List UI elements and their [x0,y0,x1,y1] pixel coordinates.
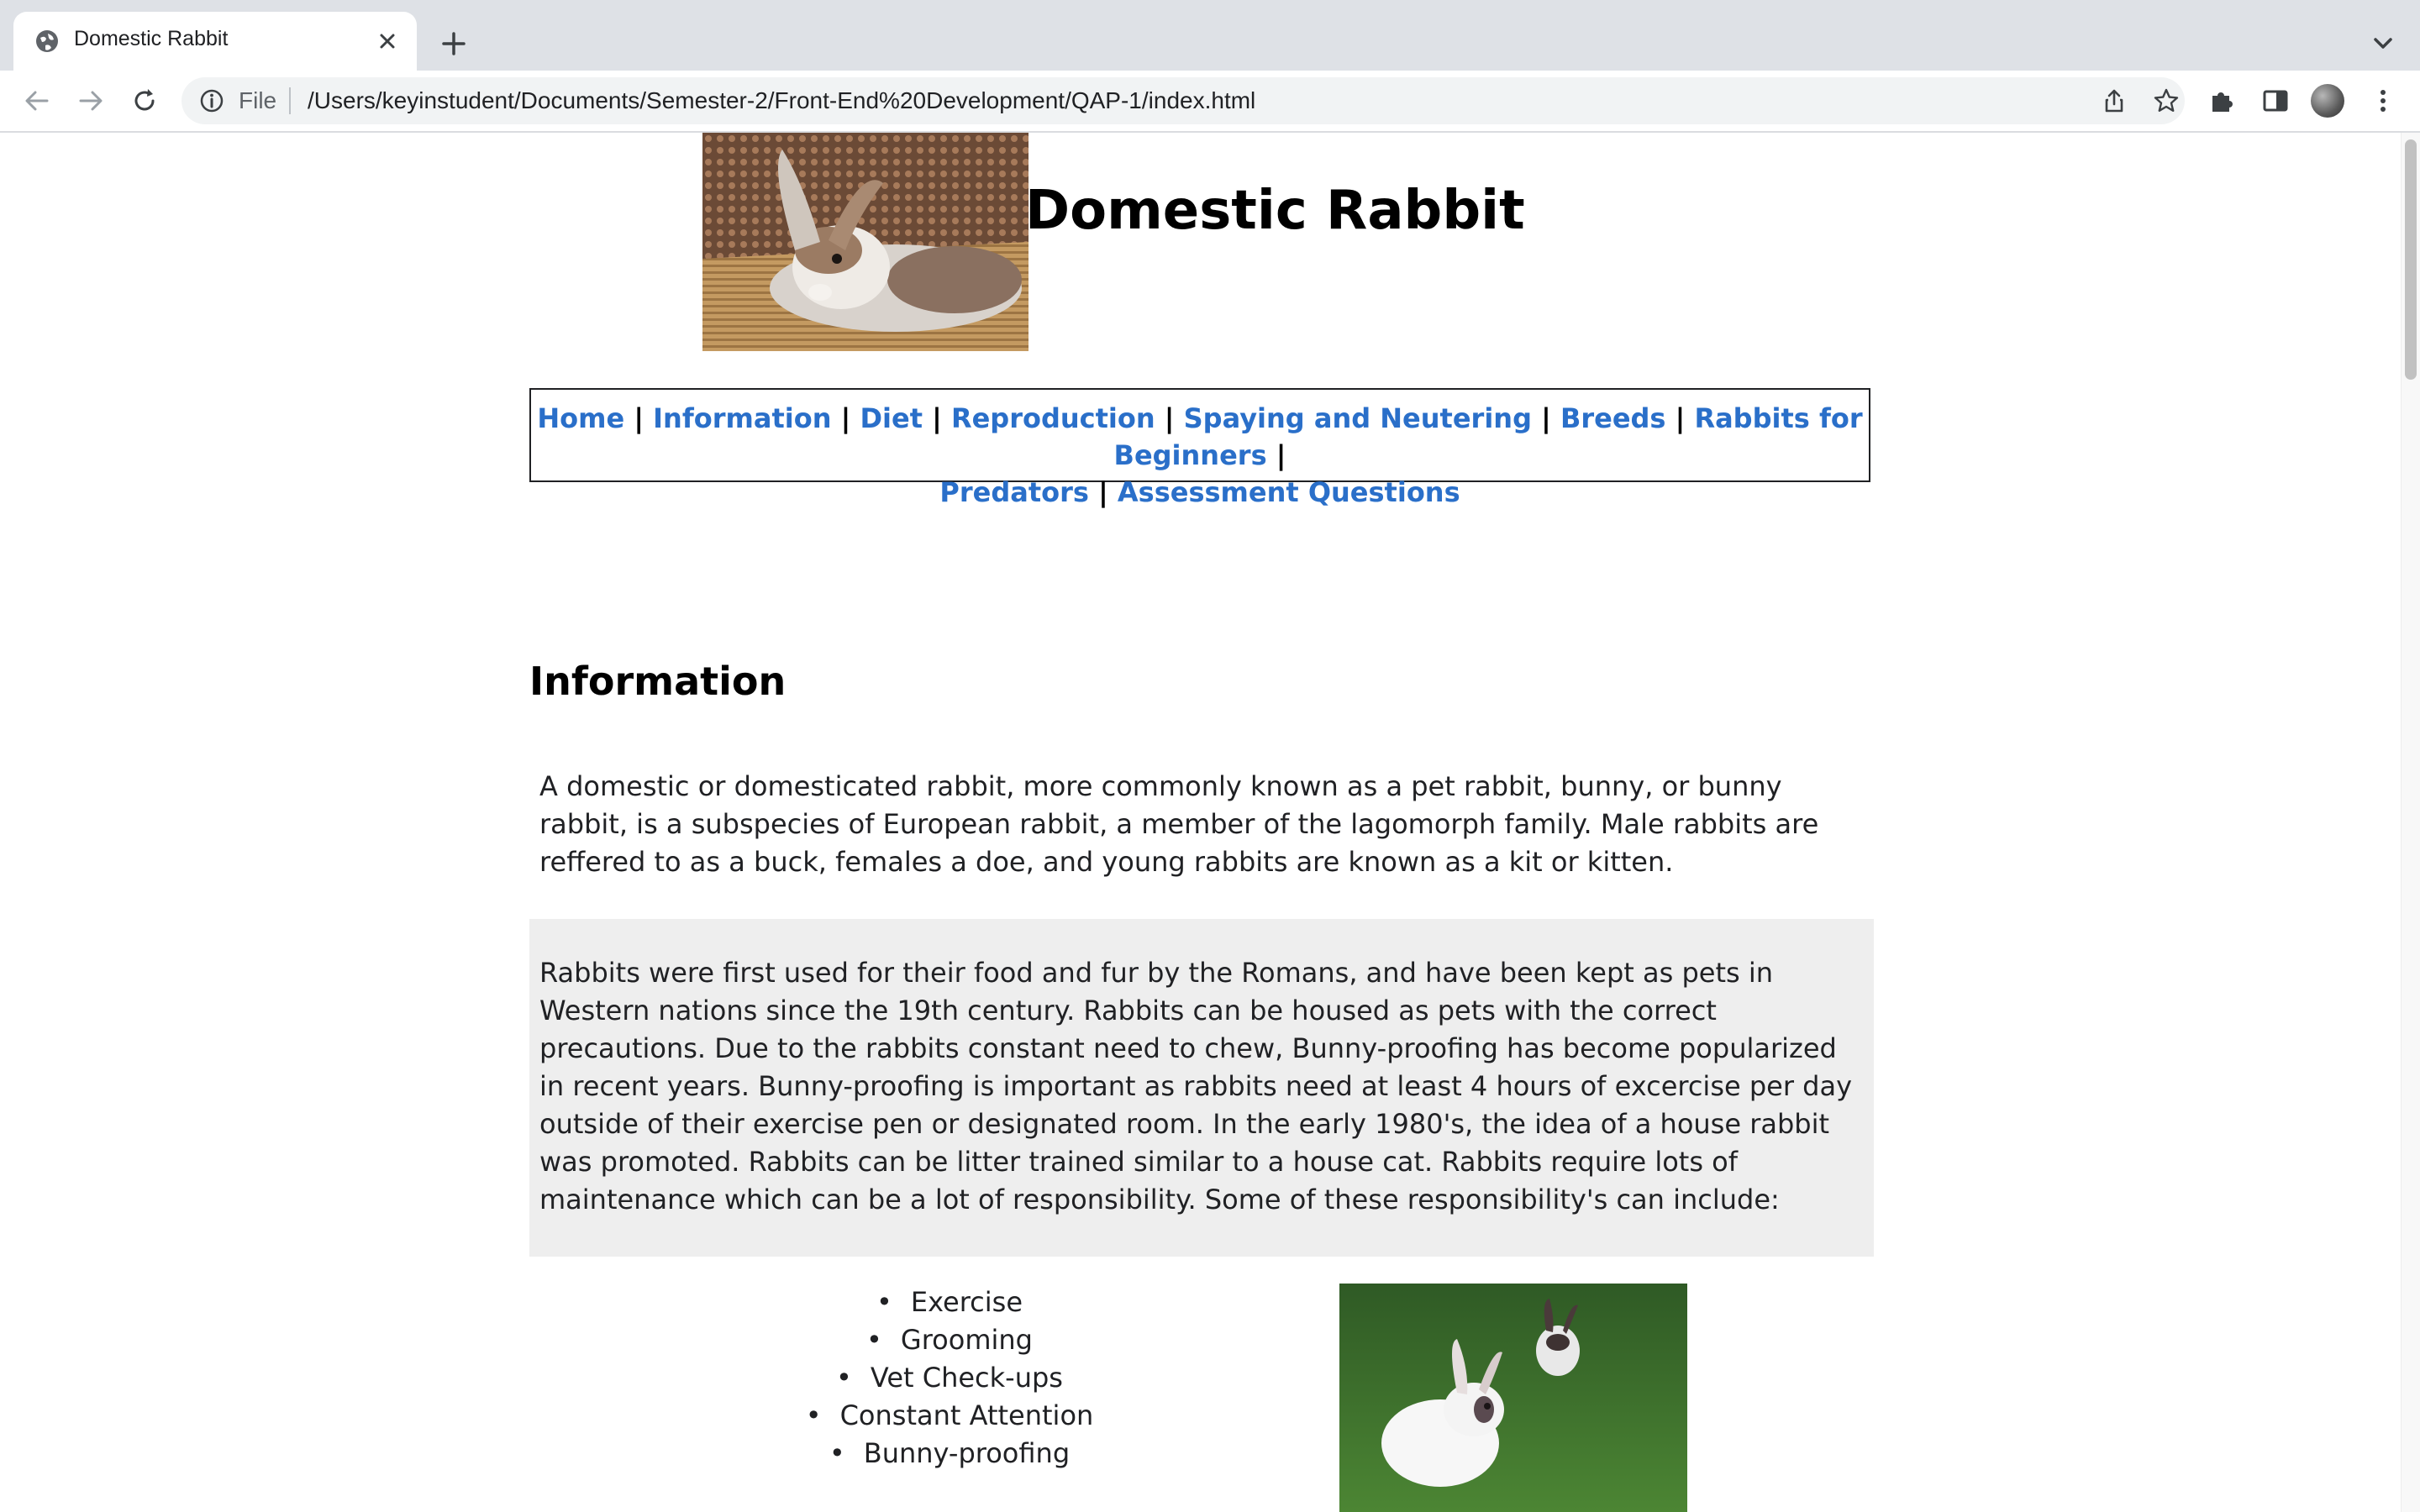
forward-arrow-icon[interactable] [76,86,106,116]
nav-link-diet[interactable]: Diet [860,402,923,434]
extensions-puzzle-icon[interactable] [2207,86,2237,116]
side-panel-icon[interactable] [2260,86,2291,116]
rabbits-grass-photo-icon [1339,1284,1687,1512]
tab-title: Domestic Rabbit [74,27,229,50]
nav-separator: | [1098,476,1108,508]
nav-separator: | [840,402,851,434]
back-arrow-icon[interactable] [22,86,52,116]
list-item: Constant Attention [529,1397,1370,1435]
rabbits-on-grass-image [1339,1284,1687,1512]
list-item: Exercise [529,1284,1370,1321]
intro-paragraph: A domestic or domesticated rabbit, more … [539,770,1819,878]
kebab-menu-icon[interactable] [2368,86,2398,116]
nav-link-home[interactable]: Home [537,402,624,434]
tab-strip: Domestic Rabbit [0,0,2420,71]
list-item: Vet Check-ups [529,1359,1370,1397]
site-title: Domestic Rabbit [1025,180,1525,242]
page-viewport[interactable]: Domestic Rabbit Home | Information | Die… [0,133,2420,1512]
vertical-scrollbar[interactable] [2401,133,2420,1512]
close-tab-icon[interactable] [375,29,400,54]
nav-separator: | [1276,439,1286,471]
nav-link-predators[interactable]: Predators [939,476,1089,508]
url-scheme-label: File [239,87,277,113]
new-tab-icon[interactable] [437,27,471,60]
nav-separator: | [1164,402,1175,434]
history-paragraph-box: Rabbits were first used for their food a… [529,919,1874,1257]
browser-toolbar: File /Users/keyinstudent/Documents/Semes… [0,71,2420,133]
nav-link-reproduction[interactable]: Reproduction [951,402,1155,434]
globe-icon [36,30,58,52]
profile-avatar[interactable] [2311,84,2344,118]
nav-link-spaying-neutering[interactable]: Spaying and Neutering [1184,402,1532,434]
browser-tab[interactable]: Domestic Rabbit [13,12,417,71]
reload-icon[interactable] [129,86,160,116]
list-item: Bunny-proofing [529,1435,1370,1473]
nav-separator: | [634,402,644,434]
chevron-down-icon[interactable] [2368,29,2398,59]
nav-separator: | [1541,402,1551,434]
address-bar[interactable]: File /Users/keyinstudent/Documents/Semes… [182,77,2185,124]
header-rabbit-image [702,133,1028,351]
star-icon[interactable] [2153,87,2180,114]
nav-link-breeds[interactable]: Breeds [1560,402,1666,434]
nav-separator: | [1675,402,1686,434]
nav-separator: | [932,402,942,434]
history-paragraph: Rabbits were first used for their food a… [539,957,1853,1215]
main-nav: Home | Information | Diet | Reproduction… [529,388,1870,508]
nav-link-assessment-questions[interactable]: Assessment Questions [1118,476,1460,508]
list-item: Grooming [529,1321,1370,1359]
info-icon[interactable] [198,87,225,114]
rabbit-photo-icon [702,133,1028,351]
url-text[interactable]: /Users/keyinstudent/Documents/Semester-2… [308,87,1255,114]
responsibilities-list: Exercise Grooming Vet Check-ups Constant… [529,1284,1370,1473]
section-heading-information: Information [529,659,786,704]
nav-link-information[interactable]: Information [653,402,831,434]
scrollbar-thumb[interactable] [2405,139,2417,380]
share-icon[interactable] [2101,87,2128,114]
omnibox-divider [289,87,291,114]
